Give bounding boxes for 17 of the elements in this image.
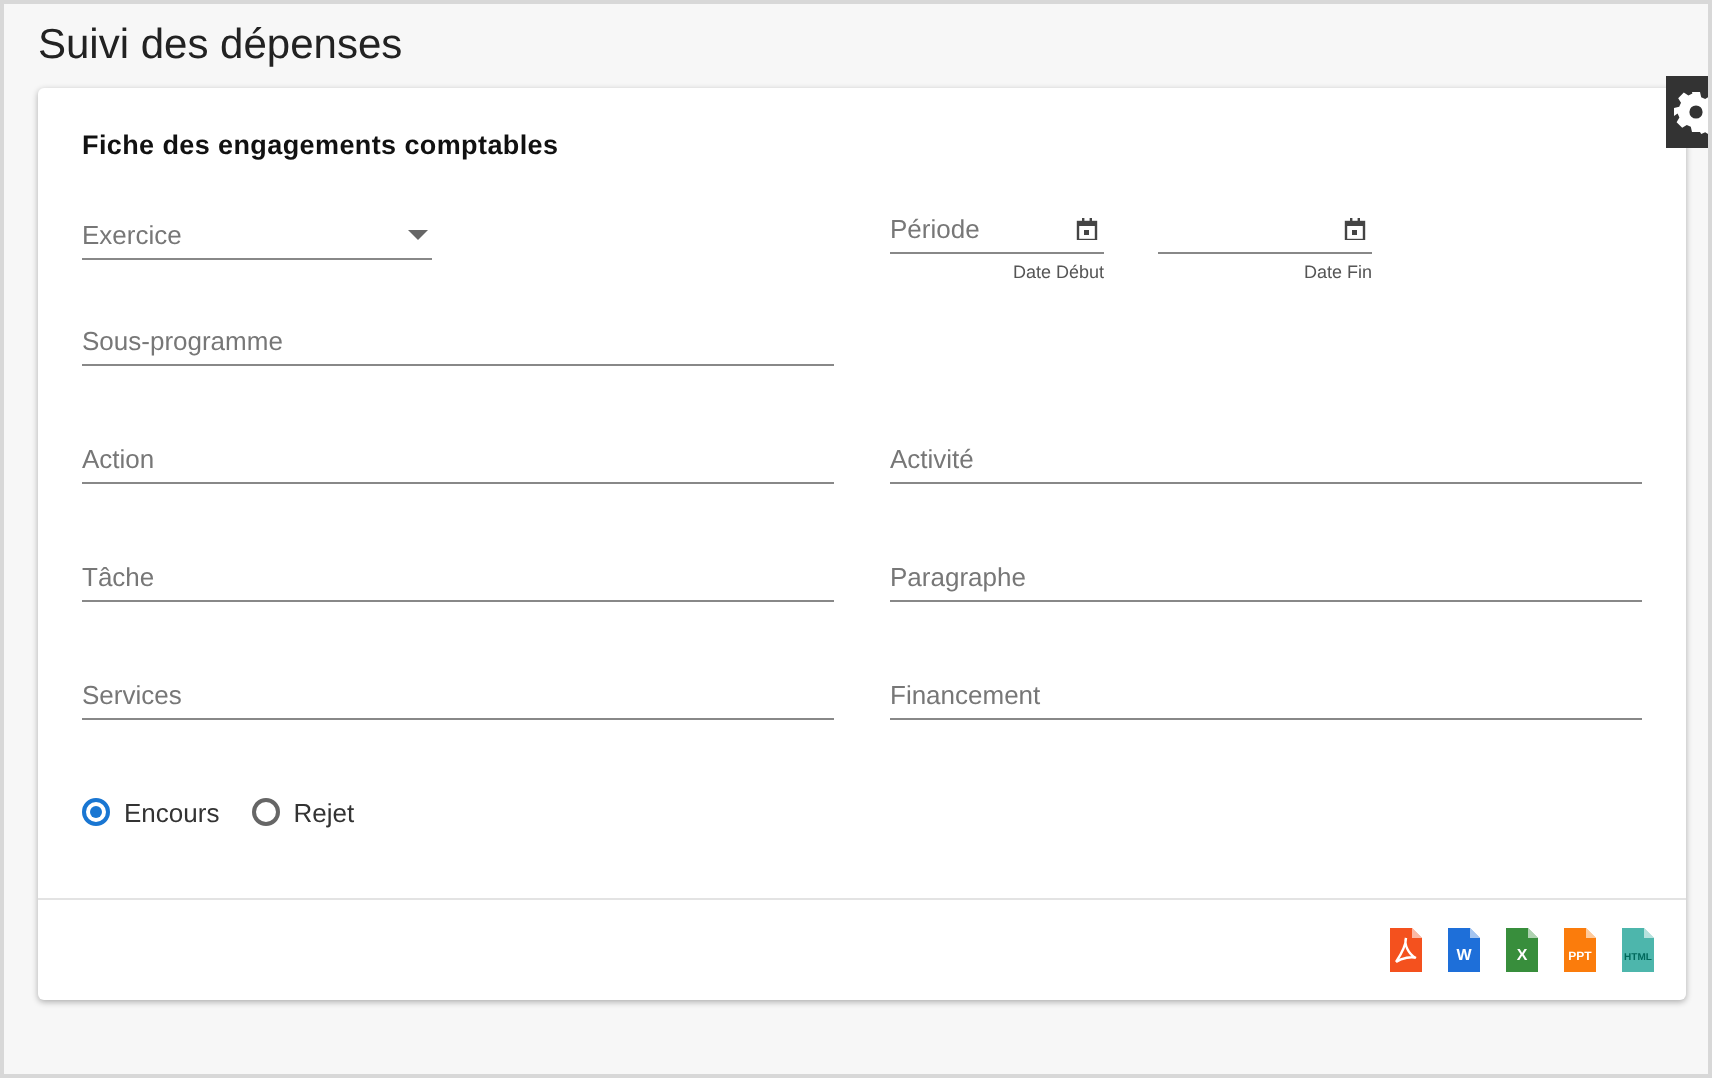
date-field[interactable]: Période — [890, 206, 1104, 254]
radio-button[interactable] — [82, 798, 110, 826]
word-file-icon[interactable]: W — [1448, 928, 1480, 972]
exercice-select[interactable]: Exercice — [82, 212, 432, 260]
calendar-icon — [1344, 218, 1366, 240]
date-hint: Date Début — [1012, 262, 1104, 282]
dropdown-caret-icon — [408, 230, 428, 240]
pdf-file-icon[interactable] — [1390, 928, 1422, 972]
calendar-icon — [1076, 218, 1098, 240]
radio-label[interactable]: Encours — [124, 797, 220, 827]
date-hint: Date Fin — [1303, 262, 1372, 282]
page-title: Suivi des dépenses — [38, 20, 405, 72]
radio-button[interactable] — [251, 798, 280, 826]
radio-label[interactable]: Rejet — [293, 797, 355, 827]
settings-button[interactable] — [1666, 76, 1708, 148]
excel-file-icon[interactable]: X — [1506, 928, 1538, 972]
card-title: Fiche des engagements comptables — [80, 128, 561, 162]
